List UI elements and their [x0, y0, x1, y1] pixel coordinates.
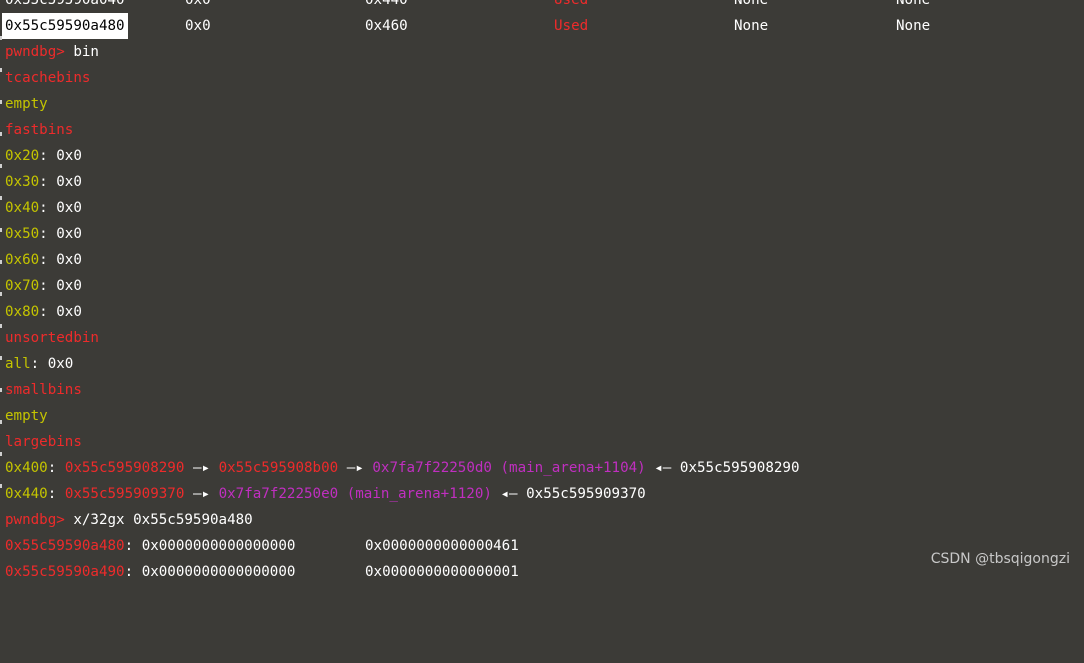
command-text: x/32gx 0x55c59590a480	[73, 512, 253, 528]
unsortedbin-entry: all: 0x0	[5, 356, 74, 372]
fastbin-size: 0x40	[5, 200, 40, 216]
memory-word: 0x0000000000000000	[141, 564, 296, 580]
fastbin-value: 0x0	[56, 174, 82, 190]
fastbin-size: 0x20	[5, 148, 40, 164]
fastbin-size: 0x80	[5, 304, 40, 320]
fastbin-value: 0x0	[56, 226, 82, 242]
back-arrow-icon: ◂—	[500, 486, 518, 502]
fastbin-size: 0x70	[5, 278, 40, 294]
fastbin-entry: 0x40: 0x0	[5, 200, 82, 216]
memory-word: 0x0000000000000000	[141, 538, 296, 554]
fastbin-entry: 0x30: 0x0	[5, 174, 82, 190]
fastbin-entry: 0x80: 0x0	[5, 304, 82, 320]
memory-word: 0x0000000000000461	[365, 538, 519, 554]
terminal-window[interactable]: 0x55c59590a040 0x0 0x440 Used None None …	[0, 0, 1084, 580]
command-line: pwndbg> bin	[5, 39, 99, 65]
forward-arrow-icon: —▸	[192, 486, 211, 502]
largebin-chunk: 0x55c595908b00	[218, 460, 339, 476]
memory-address: 0x55c59590a480	[5, 538, 125, 554]
fastbin-value: 0x0	[56, 252, 82, 268]
fastbin-value: 0x0	[56, 148, 82, 164]
fastbin-value: 0x0	[56, 278, 82, 294]
main-arena-pointer: 0x7fa7f22250e0 (main_arena+1120)	[218, 486, 492, 502]
pwndbg-prompt: pwndbg>	[5, 512, 65, 528]
heap-chunk-prev-size: 0x0	[185, 0, 211, 8]
largebin-size: 0x440	[5, 486, 48, 502]
fastbin-entry: 0x20: 0x0	[5, 148, 82, 164]
fastbins-header: fastbins	[5, 122, 74, 138]
largebins-header: largebins	[5, 434, 82, 450]
heap-chunk-fd: None	[734, 0, 769, 8]
fastbin-entry: 0x70: 0x0	[5, 278, 82, 294]
pwndbg-prompt: pwndbg>	[5, 44, 65, 60]
command-text: bin	[73, 44, 99, 60]
heap-chunk-bk: None	[896, 0, 931, 8]
heap-chunk-status: Used	[554, 18, 589, 34]
tcachebins-value: empty	[5, 96, 48, 112]
fastbin-value: 0x0	[56, 200, 82, 216]
fastbin-size: 0x60	[5, 252, 40, 268]
forward-arrow-icon: —▸	[346, 460, 364, 476]
memory-row: 0x55c59590a490: 0x0000000000000000 0x000…	[5, 559, 1084, 585]
largebin-size: 0x400	[5, 460, 48, 476]
largebin-back-pointer: 0x55c595909370	[526, 486, 646, 502]
command-line: pwndbg> x/32gx 0x55c59590a480	[5, 507, 253, 533]
unsortedbin-value: 0x0	[47, 356, 74, 372]
unsortedbin-label: all	[5, 356, 31, 372]
heap-chunk-size: 0x440	[365, 0, 408, 8]
memory-address: 0x55c59590a490	[5, 564, 125, 580]
largebin-chunk: 0x55c595908290	[64, 460, 185, 476]
memory-row: 0x55c59590a480: 0x0000000000000000 0x000…	[5, 533, 1084, 559]
smallbins-value: empty	[5, 408, 48, 424]
fastbin-value: 0x0	[56, 304, 82, 320]
heap-chunk-size: 0x460	[365, 18, 408, 34]
heap-chunk-fd: None	[734, 18, 769, 34]
forward-arrow-icon: —▸	[192, 460, 211, 476]
smallbins-header: smallbins	[5, 382, 82, 398]
heap-chunk-address-selected[interactable]: 0x55c59590a480	[2, 13, 128, 39]
heap-table-row: 0x55c59590a040 0x0 0x440 Used None None	[5, 0, 1084, 13]
largebin-back-pointer: 0x55c595908290	[679, 460, 800, 476]
fastbin-entry: 0x60: 0x0	[5, 252, 82, 268]
heap-chunk-status: Used	[554, 0, 589, 8]
memory-word: 0x0000000000000001	[365, 564, 519, 580]
largebin-entry: 0x440: 0x55c595909370 —▸ 0x7fa7f22250e0 …	[5, 486, 646, 502]
heap-table-row: 0x55c59590a480 0x0 0x460 Used None None	[2, 13, 1084, 39]
unsortedbin-header: unsortedbin	[5, 330, 99, 346]
csdn-watermark: CSDN @tbsqigongzi	[930, 551, 1070, 567]
fastbin-size: 0x30	[5, 174, 40, 190]
heap-chunk-bk: None	[896, 18, 931, 34]
largebin-chunk: 0x55c595909370	[64, 486, 185, 502]
fastbin-size: 0x50	[5, 226, 40, 242]
fastbin-entry: 0x50: 0x0	[5, 226, 82, 242]
heap-chunk-prev-size: 0x0	[185, 18, 211, 34]
edge-marks	[0, 36, 3, 516]
back-arrow-icon: ◂—	[654, 460, 672, 476]
tcachebins-header: tcachebins	[5, 70, 91, 86]
heap-chunk-address: 0x55c59590a040	[5, 0, 125, 8]
main-arena-pointer: 0x7fa7f22250d0 (main_arena+1104)	[372, 460, 646, 476]
largebin-entry: 0x400: 0x55c595908290 —▸ 0x55c595908b00 …	[5, 460, 800, 476]
